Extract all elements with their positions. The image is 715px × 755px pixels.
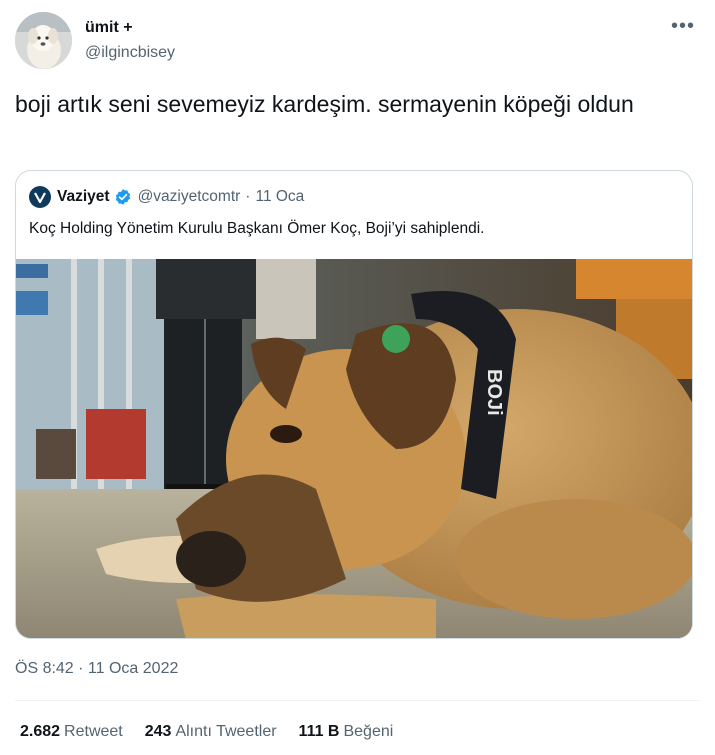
dog-on-metro-photo[interactable]: BOJi [16,259,693,639]
divider-top [15,700,700,701]
quotes-stat[interactable]: 243 Alıntı Tweetler [145,723,277,741]
retweets-count: 2.682 [20,723,61,740]
quotes-label: Alıntı Tweetler [175,723,277,740]
quoted-tweet-text: Koç Holding Yönetim Kurulu Başkanı Ömer … [29,220,485,237]
collar-text: BOJi [483,369,505,416]
author-handle[interactable]: @ilgincbisey [85,43,175,63]
likes-label: Beğeni [343,723,394,740]
quotes-count: 243 [144,723,172,740]
more-horizontal-icon[interactable]: ••• [668,16,698,40]
tweet-header: ümit + @ilgincbisey ••• [15,12,700,72]
quoted-author-handle: @vaziyetcomtr [137,188,241,205]
tweet-timestamp[interactable]: ÖS 8:42 · 11 Oca 2022 [15,660,178,678]
likes-count: 111 B [298,723,340,740]
author-names: ümit + @ilgincbisey [85,18,175,63]
quoted-tweet-header: Vaziyet @vaziyetcomtr · 11 Oca [29,186,304,208]
likes-stat[interactable]: 111 B Beğeni [299,723,394,741]
vaziyet-logo-icon [34,192,46,204]
quoted-tweet-card[interactable]: Vaziyet @vaziyetcomtr · 11 Oca Koç Holdi… [15,170,693,639]
separator-dot: · [245,188,251,205]
retweets-stat[interactable]: 2.682 Retweet [20,723,123,741]
author-avatar[interactable] [15,12,72,69]
tweet-stats: 2.682 Retweet 243 Alıntı Tweetler 111 B Beğ… [20,723,415,741]
quoted-author-avatar [29,186,51,208]
tweet-text: boji artık seni sevemeyiz kardeşim. serm… [15,91,634,117]
dog-avatar-image [15,12,72,69]
retweets-label: Retweet [64,723,123,740]
quoted-author-name: Vaziyet [57,188,110,205]
verified-badge-icon [115,189,130,205]
quoted-date: 11 Oca [255,188,305,205]
author-display-name[interactable]: ümit + [85,18,175,38]
